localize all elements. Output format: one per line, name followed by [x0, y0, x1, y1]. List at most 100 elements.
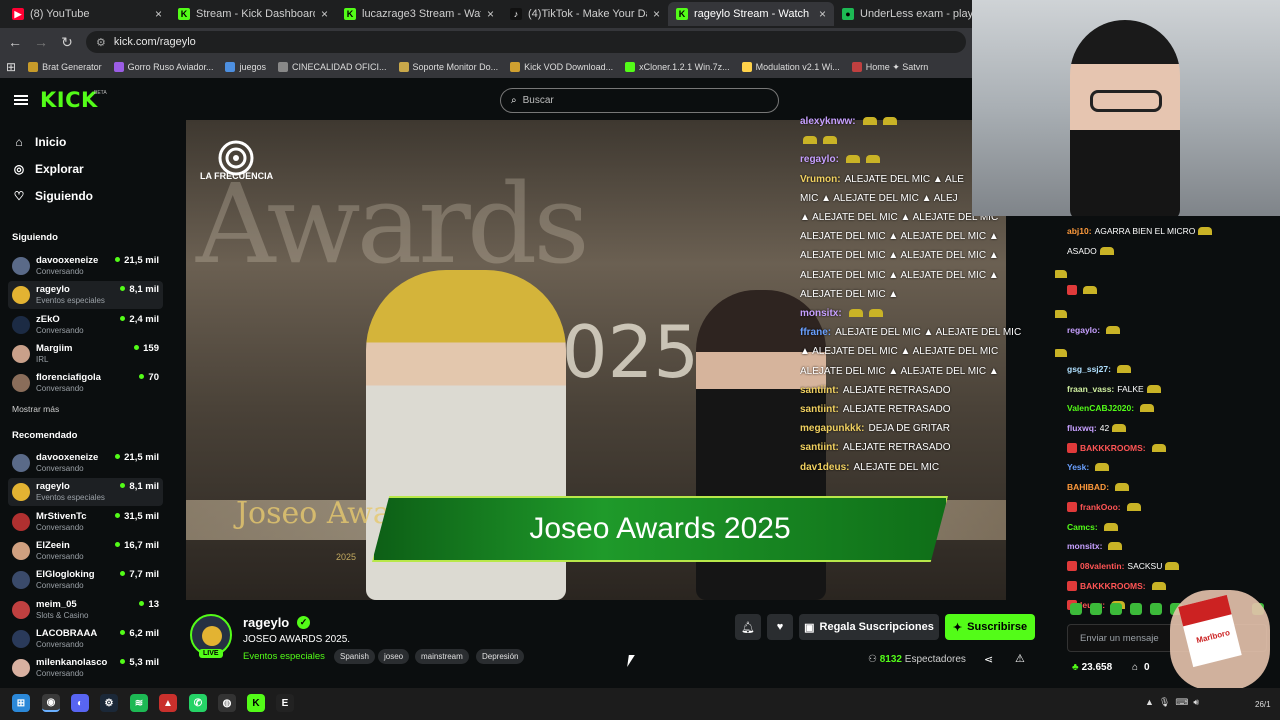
spotify-icon[interactable]: ≋: [130, 694, 148, 712]
bookmark-item[interactable]: Soporte Monitor Do...: [398, 62, 498, 72]
chat-username[interactable]: Yesk:: [1067, 462, 1089, 472]
back-icon[interactable]: ←: [4, 31, 26, 53]
tab-close-icon[interactable]: ×: [487, 7, 494, 21]
emote-button[interactable]: [1130, 603, 1142, 615]
bookmark-item[interactable]: CINECALIDAD OFICI...: [278, 62, 387, 72]
search-input[interactable]: ⌕ Buscar: [500, 88, 779, 113]
subscribe-button[interactable]: ✦ Suscribirse: [945, 614, 1035, 640]
obs-icon[interactable]: ◍: [218, 694, 236, 712]
bell-icon: 🔔︎: [741, 621, 755, 634]
report-icon[interactable]: ⚠: [1015, 652, 1025, 665]
app-icon[interactable]: ▲: [159, 694, 177, 712]
chat-username[interactable]: fraan_vass:: [1067, 384, 1114, 394]
gift-subs-button[interactable]: ▣ Regala Suscripciones: [799, 614, 939, 640]
reload-icon[interactable]: ↻: [56, 31, 78, 53]
kick-app-icon[interactable]: K: [247, 694, 265, 712]
stream-tag[interactable]: mainstream: [415, 649, 469, 664]
channel-item[interactable]: rageylo Eventos especiales 8,1 mil: [8, 281, 163, 310]
browser-tab[interactable]: Krageylo Stream - Watch Live ×: [668, 2, 834, 26]
chat-username[interactable]: abj10:: [1067, 226, 1092, 236]
emote-button[interactable]: [1150, 603, 1162, 615]
discord-icon[interactable]: ◐: [71, 694, 89, 712]
bookmark-icon: [28, 62, 39, 72]
whatsapp-icon[interactable]: ✆: [189, 694, 207, 712]
channel-item[interactable]: davooxeneize Conversando 21,5 mil: [8, 449, 163, 477]
chat-username[interactable]: fluxwq:: [1067, 423, 1097, 433]
gift-subs-label: Regala Suscripciones: [819, 621, 934, 633]
channel-item[interactable]: ElGlogloking Conversando 7,7 mil: [8, 566, 163, 594]
forward-icon[interactable]: →: [30, 31, 52, 53]
bookmark-item[interactable]: Modulation v2.1 Wi...: [741, 62, 840, 72]
tab-title: (4)TikTok - Make Your Day: [528, 8, 647, 20]
system-tray[interactable]: ▲ 🎙︎ ⌨ 🔊︎: [1145, 697, 1199, 708]
channel-item[interactable]: milenkanolasco Conversando 5,3 mil: [8, 654, 163, 682]
chat-text: ASADO: [1067, 245, 1097, 256]
emote-button[interactable]: [1070, 603, 1082, 615]
show-more-link[interactable]: Mostrar más: [12, 404, 59, 414]
stream-category[interactable]: Eventos especiales: [243, 651, 325, 662]
channel-item[interactable]: zEkO Conversando 2,4 mil: [8, 311, 163, 339]
chat-username[interactable]: monsitx:: [1067, 541, 1102, 551]
emote-button[interactable]: [1090, 603, 1102, 615]
chrome-icon[interactable]: ◉: [42, 694, 60, 712]
browser-tab[interactable]: K Stream - Kick Dashboard ×: [170, 2, 336, 26]
channel-item[interactable]: Margiim IRL 159: [8, 340, 163, 368]
notification-bell-button[interactable]: 🔔︎: [735, 614, 761, 640]
follow-button[interactable]: ♥: [767, 614, 793, 640]
emote-button[interactable]: [1110, 603, 1122, 615]
apps-icon[interactable]: ⊞: [6, 60, 16, 74]
epic-games-icon[interactable]: E: [276, 694, 294, 712]
browser-tab[interactable]: ♪ (4)TikTok - Make Your Day ×: [502, 2, 668, 26]
stream-tag[interactable]: Spanish: [334, 649, 375, 664]
nav-item-siguiendo[interactable]: ♡ Siguiendo: [12, 189, 93, 203]
chat-username[interactable]: 08valentin:: [1080, 561, 1124, 571]
chat-username[interactable]: ValenCABJ2020:: [1067, 403, 1134, 413]
gift-counter[interactable]: ⌂ 0: [1132, 662, 1150, 673]
address-bar[interactable]: ⚙ kick.com/rageylo: [86, 31, 966, 53]
tab-close-icon[interactable]: ×: [819, 7, 826, 21]
bookmark-item[interactable]: Kick VOD Download...: [510, 62, 613, 72]
chat-username[interactable]: BAHIBAD:: [1067, 482, 1109, 492]
channel-item[interactable]: davooxeneize Conversando 21,5 mil: [8, 252, 163, 280]
chat-username[interactable]: regaylo:: [1067, 325, 1100, 335]
streamer-name[interactable]: rageylo: [243, 615, 289, 630]
channel-item[interactable]: ElZeein Conversando 16,7 mil: [8, 537, 163, 565]
tab-close-icon[interactable]: ×: [321, 7, 328, 21]
bookmark-item[interactable]: xCloner.1.2.1 Win.7z...: [625, 62, 730, 72]
channel-item[interactable]: LACOBRAAA Conversando 6,2 mil: [8, 625, 163, 653]
bookmark-label: CINECALIDAD OFICI...: [292, 62, 387, 72]
site-info-icon[interactable]: ⚙: [96, 36, 106, 49]
chat-username[interactable]: Camcs:: [1067, 522, 1098, 532]
chat-username[interactable]: BAKKKROOMS:: [1080, 581, 1146, 591]
share-icon[interactable]: ⋖: [984, 653, 993, 666]
tab-favicon-icon: ♪: [510, 8, 522, 20]
channel-viewers: 31,5 mil: [115, 511, 159, 522]
nav-item-explorar[interactable]: ◎ Explorar: [12, 162, 84, 176]
chat-username[interactable]: BAKKKROOMS:: [1080, 443, 1146, 453]
stream-tag[interactable]: joseo: [378, 649, 410, 664]
channel-item[interactable]: meim_05 Slots & Casino 13: [8, 596, 163, 624]
channel-avatar: [12, 600, 30, 619]
chat-username[interactable]: frankOoo:: [1080, 502, 1121, 512]
menu-icon[interactable]: [14, 95, 28, 105]
windows-start-icon[interactable]: ⊞: [12, 694, 30, 712]
bookmark-item[interactable]: Home ✦ Satvrn: [851, 62, 928, 73]
chat-username[interactable]: gsg_ssj27:: [1067, 364, 1111, 374]
bookmark-item[interactable]: Brat Generator: [28, 62, 102, 72]
browser-tab[interactable]: ▶ (8) YouTube ×: [4, 2, 170, 26]
bookmark-item[interactable]: juegos: [225, 62, 266, 72]
overlay-chat-message: ALEJATE DEL MIC ▲: [800, 289, 898, 300]
stream-tag[interactable]: Depresión: [476, 649, 525, 664]
channel-item[interactable]: florenciafigola Conversando 70: [8, 369, 163, 397]
tab-close-icon[interactable]: ×: [653, 7, 660, 21]
nav-item-inicio[interactable]: ⌂ Inicio: [12, 135, 66, 149]
steam-icon[interactable]: ⚙: [100, 694, 118, 712]
bookmark-item[interactable]: Gorro Ruso Aviador...: [113, 62, 213, 72]
emote-icon: [1055, 349, 1068, 358]
channel-item[interactable]: rageylo Eventos especiales 8,1 mil: [8, 478, 163, 507]
tab-close-icon[interactable]: ×: [155, 7, 162, 21]
channel-points[interactable]: ♣ 23.658: [1072, 662, 1112, 673]
kick-logo[interactable]: KICK: [40, 88, 98, 112]
channel-item[interactable]: MrStivenTc Conversando 31,5 mil: [8, 508, 163, 536]
browser-tab[interactable]: Klucazrage3 Stream - Watch Live ×: [336, 2, 502, 26]
